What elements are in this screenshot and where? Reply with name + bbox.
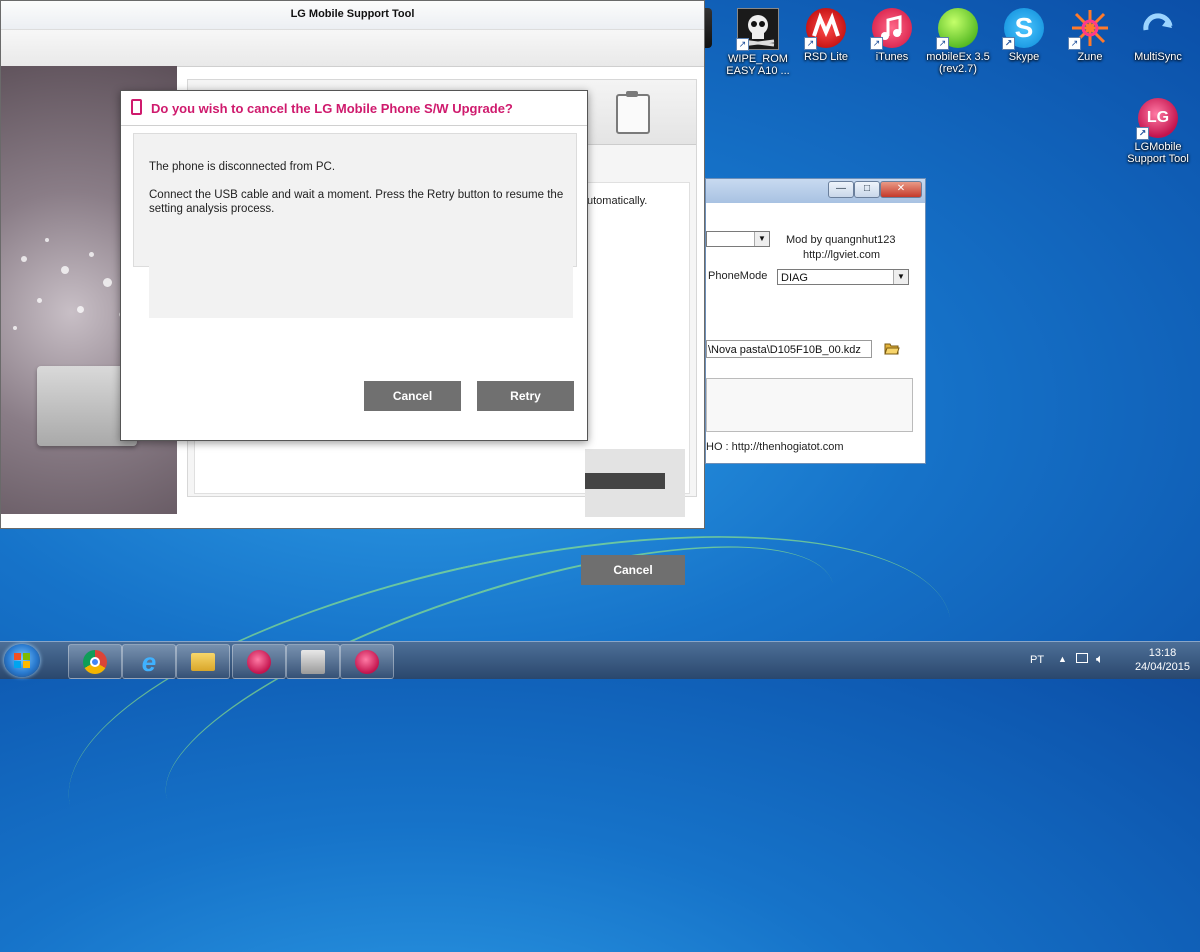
cancel-upgrade-button[interactable]: Cancel xyxy=(581,555,685,585)
dialog-divider xyxy=(121,125,587,126)
desktop-icon-lgmobile[interactable]: LG ↗ LGMobile Support Tool xyxy=(1124,98,1192,165)
itunes-icon: ↗ xyxy=(870,8,912,50)
desktop-icon-label: Zune xyxy=(1077,51,1103,63)
maximize-button[interactable]: □ xyxy=(854,181,880,198)
lg-icon xyxy=(355,650,379,674)
desktop-icon-label: WIPE_ROM EASY A10 ... xyxy=(726,53,790,77)
desktop-icon-wipe-rom[interactable]: ↗ WIPE_ROM EASY A10 ... xyxy=(726,8,790,77)
taskbar-item-tool[interactable] xyxy=(286,644,340,679)
taskbar-item-explorer[interactable] xyxy=(176,644,230,679)
network-icon[interactable] xyxy=(1076,653,1088,663)
status-text: utomatically. xyxy=(587,195,648,207)
bokeh-dot xyxy=(61,266,69,274)
bokeh-dot xyxy=(13,326,17,330)
phone-mode-select[interactable]: DIAG ▼ xyxy=(777,269,909,285)
desktop-icon-skype[interactable]: S ↗ Skype xyxy=(992,8,1056,63)
dialog-message-line1: The phone is disconnected from PC. xyxy=(149,161,336,173)
dialog-title: Do you wish to cancel the LG Mobile Phon… xyxy=(151,101,513,116)
window-toolbar xyxy=(1,30,704,67)
clock-date: 24/04/2015 xyxy=(1134,661,1190,673)
clock[interactable]: 13:18 24/04/2015 xyxy=(1135,646,1190,674)
language-indicator[interactable]: PT xyxy=(1030,654,1044,666)
desktop-icon-label: iTunes xyxy=(875,51,909,63)
desktop-icon-label: Skype xyxy=(1008,51,1040,63)
minimize-button[interactable]: — xyxy=(828,181,854,198)
zune-icon: ↗ xyxy=(1068,8,1110,50)
taskbar: e PT ▲ 🔈︎ 13:18 24/04/2015 xyxy=(0,641,1200,679)
file-path-value: \Nova pasta\D105F10B_00.kdz xyxy=(708,344,861,356)
taskbar-item-chrome[interactable] xyxy=(68,644,122,679)
clipboard-check-icon xyxy=(616,91,650,134)
shortcut-arrow-icon: ↗ xyxy=(936,37,949,50)
secondary-tool-window[interactable]: — □ ✕ ▼ Mod by quangnhut123 http://lgvie… xyxy=(705,178,926,464)
explorer-icon xyxy=(191,653,215,671)
chevron-down-icon: ▼ xyxy=(893,270,908,284)
window-title: LG Mobile Support Tool xyxy=(1,1,704,30)
taskbar-item-ie[interactable]: e xyxy=(122,644,176,679)
mod-by-label: Mod by quangnhut123 xyxy=(786,234,896,246)
shortcut-arrow-icon: ↗ xyxy=(804,37,817,50)
mobileex-icon: ↗ xyxy=(936,8,978,50)
windows-logo-icon xyxy=(14,653,30,668)
desktop-icon-label: MultiSync xyxy=(1134,51,1182,63)
progress-panel xyxy=(585,449,685,517)
secondary-window-body: ▼ Mod by quangnhut123 http://lgviet.com … xyxy=(706,203,925,463)
desktop-icon-zune[interactable]: ↗ Zune xyxy=(1058,8,1122,63)
dialog-title-wrap: Do you wish to cancel the LG Mobile Phon… xyxy=(131,99,513,116)
dialog-message-box: The phone is disconnected from PC. Conne… xyxy=(133,133,577,267)
shortcut-arrow-icon: ↗ xyxy=(736,38,749,51)
phone-mode-value: DIAG xyxy=(781,272,808,284)
desktop-icon-multisync[interactable]: MultiSync xyxy=(1126,8,1190,63)
desktop-icon-mobileex[interactable]: ↗ mobileEx 3.5 (rev2.7) xyxy=(926,8,990,75)
clock-time: 13:18 xyxy=(1148,647,1177,659)
motorola-icon: ↗ xyxy=(804,8,846,50)
bokeh-dot xyxy=(37,298,42,303)
shortcut-arrow-icon: ↗ xyxy=(1068,37,1081,50)
dialog-message-line2: Connect the USB cable and wait a moment.… xyxy=(149,189,564,215)
lg-icon xyxy=(247,650,271,674)
system-tray: PT ▲ 🔈︎ 13:18 24/04/2015 xyxy=(1020,642,1200,679)
taskbar-item-lg-active[interactable] xyxy=(340,644,394,679)
bokeh-dot xyxy=(45,238,49,242)
shortcut-arrow-icon: ↗ xyxy=(1002,37,1015,50)
phone-mode-label: PhoneMode xyxy=(708,270,768,282)
show-hidden-icons-icon[interactable]: ▲ xyxy=(1058,654,1067,664)
skull-icon: ↗ xyxy=(736,8,779,51)
desktop-icon-label: mobileEx 3.5 (rev2.7) xyxy=(926,51,990,75)
window-titlebar[interactable]: — □ ✕ xyxy=(706,179,925,203)
bokeh-dot xyxy=(77,306,84,313)
tool-icon xyxy=(301,650,325,674)
shortcut-arrow-icon: ↗ xyxy=(870,37,883,50)
close-button[interactable]: ✕ xyxy=(880,181,922,198)
desktop-icon-rsd-lite[interactable]: ↗ RSD Lite xyxy=(794,8,858,63)
phone-icon xyxy=(131,99,142,115)
bokeh-dot xyxy=(103,278,112,287)
desktop-icon-label: LGMobile Support Tool xyxy=(1127,141,1189,165)
dialog-cancel-button[interactable]: Cancel xyxy=(364,381,461,411)
bokeh-dot xyxy=(89,252,94,257)
desktop-icon-label: RSD Lite xyxy=(803,51,849,63)
ie-icon: e xyxy=(141,647,157,677)
bokeh-dot xyxy=(21,256,27,262)
chevron-down-icon: ▼ xyxy=(754,232,769,246)
dialog-retry-button[interactable]: Retry xyxy=(477,381,574,411)
site-label: http://lgviet.com xyxy=(803,249,881,261)
shortcut-arrow-icon: ↗ xyxy=(1136,127,1149,140)
desktop-icon-itunes[interactable]: ↗ iTunes xyxy=(860,8,924,63)
dialog-empty-panel xyxy=(149,266,573,318)
kdz-file-path-field[interactable]: \Nova pasta\D105F10B_00.kdz xyxy=(706,340,872,358)
volume-icon[interactable]: 🔈︎ xyxy=(1096,651,1104,667)
skype-icon: S ↗ xyxy=(1002,8,1044,50)
cancel-upgrade-dialog[interactable]: Do you wish to cancel the LG Mobile Phon… xyxy=(120,90,588,441)
taskbar-item-lg[interactable] xyxy=(232,644,286,679)
progress-bar xyxy=(585,473,665,489)
chrome-icon xyxy=(83,650,107,674)
start-button[interactable] xyxy=(4,644,40,677)
lg-icon: LG ↗ xyxy=(1136,98,1178,140)
footer-link[interactable]: HO : http://thenhogiatot.com xyxy=(706,441,844,453)
log-group-box xyxy=(706,378,913,432)
open-folder-icon[interactable] xyxy=(884,341,900,355)
model-select[interactable]: ▼ xyxy=(706,231,770,247)
multisync-icon xyxy=(1138,8,1178,48)
